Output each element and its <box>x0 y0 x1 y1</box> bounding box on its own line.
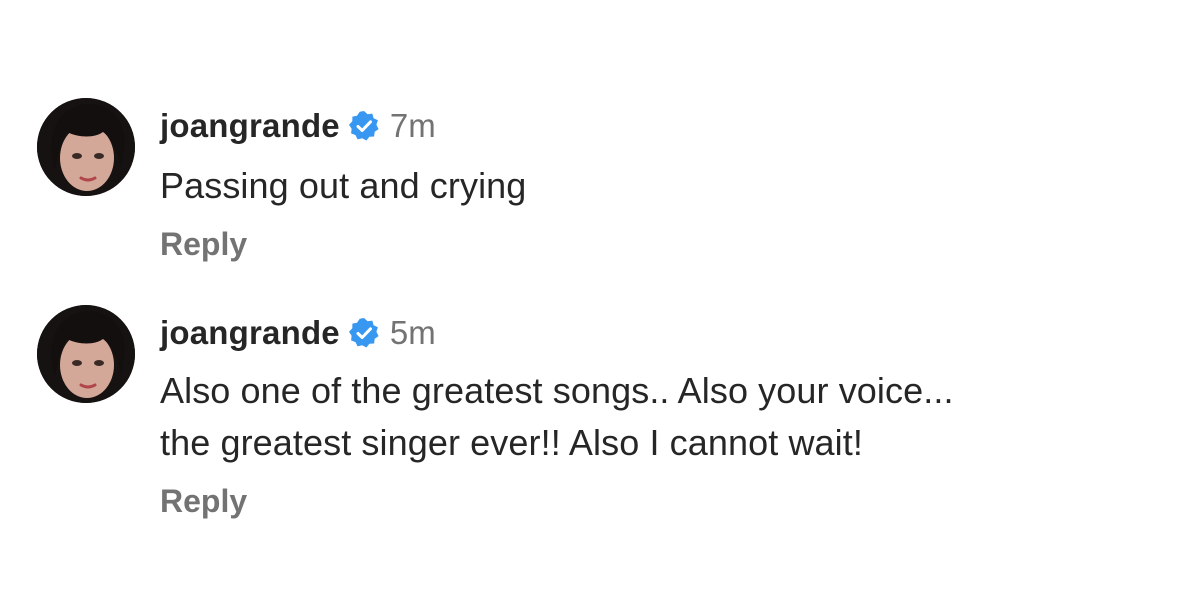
comment-text-line: Passing out and crying <box>160 165 527 206</box>
avatar[interactable] <box>37 305 135 403</box>
verified-badge-icon <box>348 317 380 349</box>
comment-timestamp: 5m <box>389 314 436 351</box>
comment-header: joangrande 5m <box>160 309 436 357</box>
reply-button[interactable]: Reply <box>160 483 247 520</box>
avatar[interactable] <box>37 98 135 196</box>
comment-text: Passing out and crying <box>160 160 1170 212</box>
avatar-image <box>37 305 135 403</box>
avatar-image <box>37 98 135 196</box>
username-link[interactable]: joangrande <box>160 107 340 145</box>
comment-text-line: the greatest singer ever!! Also I cannot… <box>160 422 863 463</box>
comment-list: joangrande 7m Passing out and crying Rep… <box>0 0 1200 591</box>
verified-badge-icon <box>348 110 380 142</box>
comment-text-line: Also one of the greatest songs.. Also yo… <box>160 370 954 411</box>
comment-text: Also one of the greatest songs.. Also yo… <box>160 365 1170 469</box>
username-link[interactable]: joangrande <box>160 314 340 352</box>
comment-timestamp: 7m <box>389 107 436 144</box>
reply-button[interactable]: Reply <box>160 226 247 263</box>
comment-header: joangrande 7m <box>160 102 436 150</box>
